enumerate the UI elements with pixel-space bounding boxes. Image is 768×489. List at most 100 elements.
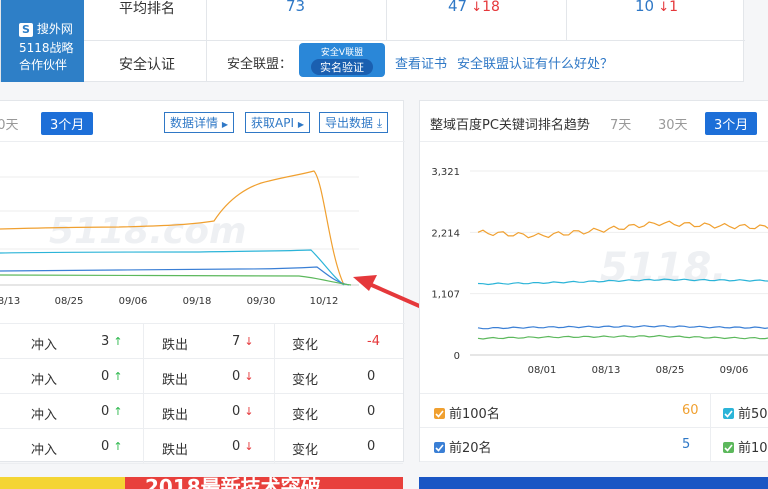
change-label: 变化 — [292, 443, 319, 458]
legend-item[interactable]: 前20名 — [434, 437, 492, 456]
legend-item[interactable]: 前50 — [723, 403, 768, 422]
checkbox-icon[interactable] — [723, 408, 734, 419]
tab-3-months[interactable]: 3个月 — [41, 112, 94, 135]
legend-row: 前100名 60 前50 — [420, 394, 768, 428]
divider — [143, 429, 144, 464]
partner-tagline: 5118战略 合作伙伴 — [19, 41, 74, 72]
out-value[interactable]: 7 ↓ — [232, 334, 254, 349]
out-value[interactable]: 0 ↓ — [232, 439, 254, 454]
up-arrow-icon: ↑ — [113, 335, 123, 348]
alliance-badge[interactable]: 安全V联盟 实名验证 — [299, 43, 385, 77]
x-tick-label: 09/06 — [720, 365, 749, 376]
legend-label: 前10 — [738, 441, 768, 456]
change-value: 0 — [367, 369, 376, 384]
tab-30-days[interactable]: 30天 — [0, 114, 19, 133]
view-certificate-link[interactable]: 查看证书 — [395, 53, 447, 72]
avg-rank-label: 平均排名 — [119, 1, 175, 17]
in-value[interactable]: 0 ↑ — [101, 404, 123, 419]
table-row: 冲入 3 ↑ 跌出 7 ↓ 变化 -4 — [0, 324, 403, 359]
out-label: 跌出 — [162, 443, 189, 458]
tab-30-days[interactable]: 30天 — [658, 114, 688, 133]
rank-value-all[interactable]: 73 — [286, 0, 305, 15]
divider — [206, 0, 207, 40]
x-tick-label: 09/30 — [247, 296, 276, 307]
divider — [0, 141, 405, 142]
rank-value-50[interactable]: 47 — [448, 0, 467, 15]
y-tick-label: 2,214 — [431, 228, 460, 239]
partner-logo-icon: S — [19, 23, 33, 37]
tab-7-days[interactable]: 7天 — [610, 114, 631, 133]
alliance-badge-bottom: 实名验证 — [311, 59, 373, 75]
alliance-label: 安全联盟： — [227, 57, 293, 72]
divider — [274, 394, 275, 429]
down-arrow-icon: ↓ — [244, 440, 254, 453]
divider — [206, 40, 207, 82]
in-value[interactable]: 3 ↑ — [101, 334, 123, 349]
movement-table: 冲入 3 ↑ 跌出 7 ↓ 变化 -4 冲入 0 ↑ 跌出 0 ↓ 变化 0 冲入 0 ↑ 跌出 0 ↓ 变化 0… — [0, 324, 403, 464]
y-tick-label: 3,321 — [431, 167, 460, 178]
divider — [566, 0, 567, 40]
legend-value[interactable]: 60 — [682, 403, 699, 418]
right-panel-title: 整域百度PC关键词排名趋势 — [430, 118, 590, 133]
data-detail-button[interactable]: 数据详情 ▶ — [164, 112, 234, 133]
y-tick-label: 0 — [454, 351, 460, 362]
chart-watermark: 5118. — [600, 245, 727, 291]
checkbox-icon[interactable] — [723, 442, 734, 453]
legend-value[interactable]: 5 — [682, 437, 690, 452]
keyword-rank-trend-chart: 5118. 3,321 2,214 1,107 0 08/01 08/13 08/25 09… — [431, 167, 768, 376]
x-tick-label: 08/25 — [55, 296, 84, 307]
promo-banner-right[interactable] — [419, 477, 768, 489]
legend-label: 前100名 — [449, 407, 500, 422]
x-tick-label: 08/01 — [528, 365, 557, 376]
change-label: 变化 — [292, 373, 319, 388]
series-line-3 — [477, 334, 768, 340]
partner-name: 搜外网 — [36, 22, 73, 36]
rank-legend: 前100名 60 前50 前20名 5 前10 — [420, 394, 768, 462]
divider — [710, 428, 711, 462]
in-value[interactable]: 0 ↑ — [101, 439, 123, 454]
legend-label: 前20名 — [449, 441, 492, 456]
export-data-label: 导出数据 — [325, 116, 374, 130]
rank-change-10: 1 — [669, 0, 679, 15]
x-tick-label: 09/06 — [119, 296, 148, 307]
get-api-button[interactable]: 获取API ▶ — [245, 112, 310, 133]
out-value[interactable]: 0 ↓ — [232, 404, 254, 419]
out-value[interactable]: 0 ↓ — [232, 369, 254, 384]
series-line-2 — [477, 325, 768, 330]
out-label: 跌出 — [162, 373, 189, 388]
change-value: 0 — [367, 439, 376, 454]
checkbox-icon[interactable] — [434, 442, 445, 453]
x-tick-label: 09/18 — [183, 296, 212, 307]
download-icon: ⤓ — [376, 116, 383, 130]
series-top10-line — [0, 274, 352, 286]
out-label: 跌出 — [162, 408, 189, 423]
export-data-button[interactable]: 导出数据 ⤓ — [319, 112, 389, 133]
rank-change-50: 18 — [482, 0, 500, 15]
promo-banner-text: 2018最新技术突破 — [145, 477, 321, 489]
tab-3-months[interactable]: 3个月 — [705, 112, 758, 135]
promo-banner-left[interactable] — [0, 477, 125, 489]
checkbox-icon[interactable] — [434, 408, 445, 419]
alliance-benefit-link[interactable]: 安全联盟认证有什么好处？ — [457, 53, 613, 72]
series-line-0 — [477, 220, 768, 239]
divider — [143, 359, 144, 394]
legend-item[interactable]: 前10 — [723, 437, 768, 456]
down-arrow-icon: ↓ — [244, 335, 254, 348]
in-value-text: 3 — [101, 334, 110, 349]
in-label: 冲入 — [31, 443, 58, 458]
security-label: 安全认证 — [119, 57, 175, 73]
rank-value-10[interactable]: 10 — [635, 0, 654, 15]
x-tick-label: 8/13 — [0, 296, 20, 307]
partner-badge[interactable]: S 搜外网 5118战略 合作伙伴 — [1, 0, 84, 82]
x-axis-ticks: 8/13 08/25 09/06 09/18 09/30 10/12 — [0, 296, 338, 307]
promo-banner[interactable]: 2018最新技术突破 — [125, 477, 403, 489]
in-value-text: 0 — [101, 404, 110, 419]
in-value[interactable]: 0 ↑ — [101, 369, 123, 384]
legend-item[interactable]: 前100名 — [434, 403, 500, 422]
out-value-text: 7 — [232, 334, 241, 349]
up-arrow-icon: ↑ — [113, 405, 123, 418]
divider — [274, 429, 275, 464]
series-top50-line — [0, 249, 345, 286]
divider — [274, 359, 275, 394]
change-label: 变化 — [292, 408, 319, 423]
